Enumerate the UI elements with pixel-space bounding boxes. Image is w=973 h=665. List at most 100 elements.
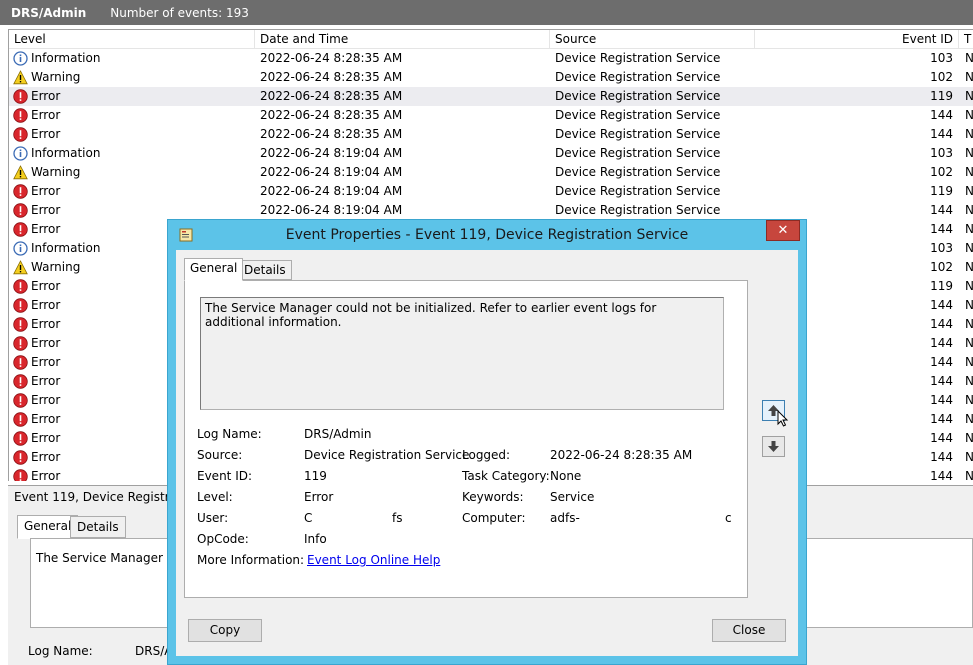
table-row[interactable]: Information 2022-06-24 8:19:04 AM Device R… — [9, 144, 973, 163]
event-log-online-help-link[interactable]: Event Log Online Help — [307, 553, 440, 567]
event-count: Number of events: 193 — [110, 5, 249, 20]
logged-label: Logged: — [462, 448, 511, 462]
row-task: N — [965, 106, 973, 125]
source-label: Source: — [197, 448, 243, 462]
event-properties-dialog: Event Properties - Event 119, Device Reg… — [167, 219, 807, 665]
row-source: Device Registration Service — [555, 184, 721, 198]
computer-label: Computer: — [462, 511, 526, 525]
column-header-event-id[interactable]: Event ID — [755, 30, 959, 49]
table-row[interactable]: Error 2022-06-24 8:19:04 AM Device Registr… — [9, 182, 973, 201]
table-row[interactable]: Error 2022-06-24 8:28:35 AM Device Registr… — [9, 125, 973, 144]
row-level-text: Information — [31, 51, 101, 65]
dialog-tab-details[interactable]: Details — [238, 260, 292, 280]
column-header-task[interactable]: T — [959, 30, 973, 49]
error-icon — [13, 222, 28, 237]
task-category-value: None — [550, 469, 582, 483]
logged-value: 2022-06-24 8:28:35 AM — [550, 448, 693, 462]
log-title-bar: DRS/Admin Number of events: 193 — [0, 0, 973, 25]
row-event-id: 103 — [930, 51, 953, 65]
row-date: 2022-06-24 8:28:35 AM — [260, 70, 403, 84]
copy-button[interactable]: Copy — [188, 619, 262, 642]
event-description-box[interactable]: The Service Manager could not be initial… — [200, 297, 724, 410]
row-event-id: 102 — [930, 70, 953, 84]
user-redaction — [312, 512, 396, 526]
row-source: Device Registration Service — [555, 127, 721, 141]
error-icon — [13, 298, 28, 313]
row-level: Error — [13, 201, 253, 220]
error-icon — [13, 336, 28, 351]
row-source: Device Registration Service — [555, 165, 721, 179]
row-level-text: Error — [31, 184, 61, 198]
row-task: N — [965, 144, 973, 163]
log-title: DRS/Admin — [11, 5, 87, 20]
row-level: Error — [13, 182, 253, 201]
row-level-text: Warning — [31, 260, 81, 274]
row-date: 2022-06-24 8:28:35 AM — [260, 127, 403, 141]
table-row[interactable]: Error 2022-06-24 8:19:04 AM Device Registr… — [9, 201, 973, 220]
warning-icon — [13, 260, 28, 275]
row-level-text: Information — [31, 241, 101, 255]
row-level-text: Error — [31, 222, 61, 236]
row-source: Device Registration Service — [555, 70, 721, 84]
row-level-text: Error — [31, 355, 61, 369]
dialog-title-bar[interactable]: Event Properties - Event 119, Device Reg… — [168, 220, 806, 250]
task-category-label: Task Category: — [462, 469, 550, 483]
error-icon — [13, 127, 28, 142]
error-icon — [13, 431, 28, 446]
row-task: N — [965, 429, 973, 448]
dialog-body: General Details The Service Manager coul… — [176, 250, 798, 656]
opcode-value: Info — [304, 532, 327, 546]
error-icon — [13, 393, 28, 408]
dialog-tab-general[interactable]: General — [184, 258, 244, 281]
dialog-title: Event Properties - Event 119, Device Reg… — [285, 227, 689, 243]
row-date: 2022-06-24 8:28:35 AM — [260, 51, 403, 65]
row-date: 2022-06-24 8:28:35 AM — [260, 108, 403, 122]
row-date: 2022-06-24 8:28:35 AM — [260, 89, 403, 103]
info-icon — [13, 51, 28, 66]
event-id-label: Event ID: — [197, 469, 253, 483]
column-header-source[interactable]: Source — [550, 30, 755, 49]
next-event-button[interactable] — [762, 436, 785, 457]
row-date: 2022-06-24 8:19:04 AM — [260, 146, 403, 160]
list-header: Level Date and Time Source Event ID T — [9, 30, 973, 49]
event-id-value: 119 — [304, 469, 327, 483]
row-level-text: Error — [31, 450, 61, 464]
table-row[interactable]: Warning 2022-06-24 8:28:35 AM Device Regis… — [9, 68, 973, 87]
error-icon — [13, 317, 28, 332]
error-icon — [13, 89, 28, 104]
row-event-id: 144 — [930, 203, 953, 217]
info-icon — [13, 241, 28, 256]
close-button[interactable]: Close — [712, 619, 786, 642]
table-row[interactable]: Error 2022-06-24 8:28:35 AM Device Registr… — [9, 87, 973, 106]
log-name-label: Log Name: — [197, 427, 262, 441]
table-row[interactable]: Warning 2022-06-24 8:19:04 AM Device Regis… — [9, 163, 973, 182]
row-level-text: Warning — [31, 70, 81, 84]
table-row[interactable]: Error 2022-06-24 8:28:35 AM Device Registr… — [9, 106, 973, 125]
mouse-cursor-icon — [777, 410, 789, 427]
column-header-date[interactable]: Date and Time — [255, 30, 550, 49]
keywords-label: Keywords: — [462, 490, 524, 504]
table-row[interactable]: Information 2022-06-24 8:28:35 AM Device R… — [9, 49, 973, 68]
row-level-text: Error — [31, 127, 61, 141]
source-value: Device Registration Service — [304, 448, 470, 462]
row-task: N — [965, 68, 973, 87]
row-level: Warning — [13, 68, 253, 87]
error-icon — [13, 450, 28, 465]
level-label: Level: — [197, 490, 233, 504]
row-level: Information — [13, 144, 253, 163]
row-task: N — [965, 372, 973, 391]
row-event-id: 144 — [930, 108, 953, 122]
column-header-level[interactable]: Level — [9, 30, 255, 49]
dialog-close-button[interactable]: ✕ — [766, 220, 800, 241]
row-level: Error — [13, 125, 253, 144]
row-level: Error — [13, 87, 253, 106]
error-icon — [13, 279, 28, 294]
event-description: The Service Manager could not be initial… — [205, 301, 657, 329]
row-level-text: Error — [31, 89, 61, 103]
row-task: N — [965, 239, 973, 258]
warning-icon — [13, 165, 28, 180]
row-level-text: Error — [31, 108, 61, 122]
preview-tab-details[interactable]: Details — [70, 516, 126, 538]
row-date: 2022-06-24 8:19:04 AM — [260, 184, 403, 198]
row-level: Error — [13, 106, 253, 125]
